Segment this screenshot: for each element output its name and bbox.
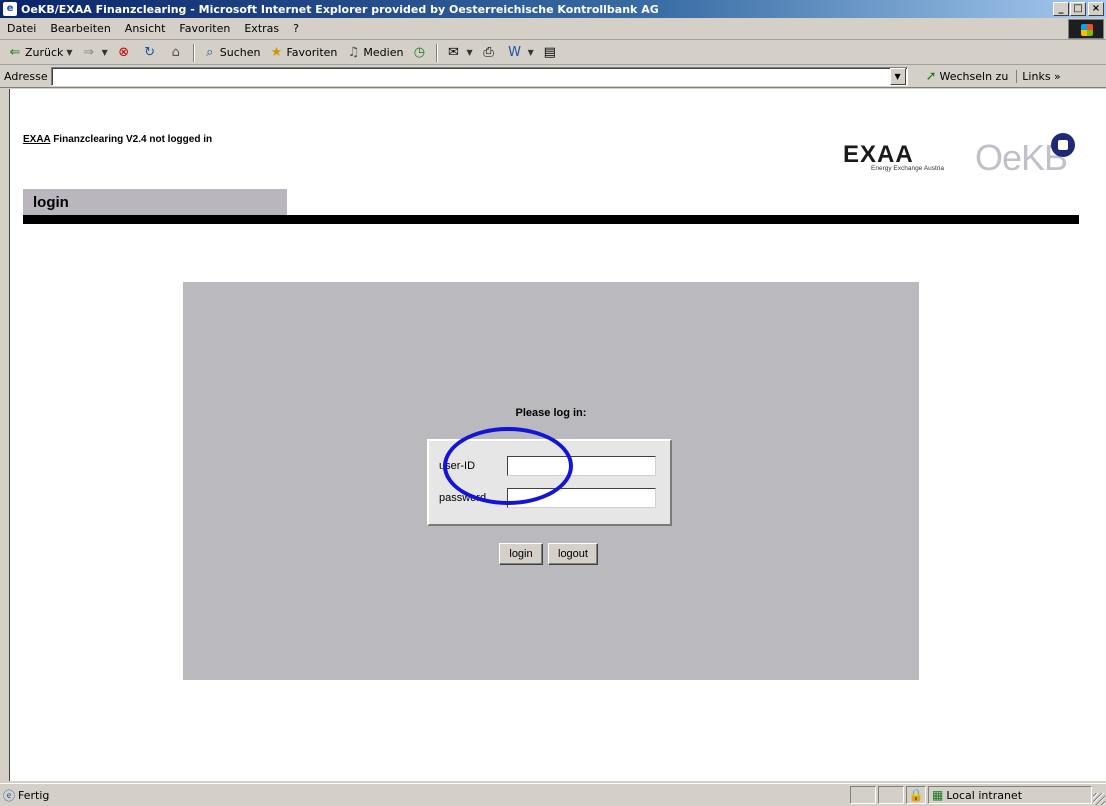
logout-button[interactable]: logout xyxy=(548,543,598,565)
stop-button[interactable]: ⊗ xyxy=(112,42,138,64)
status-title-text: Finanzclearing V2.4 not logged in xyxy=(53,134,213,145)
exaa-logo: EXAA Energy Exchange Austria xyxy=(843,141,973,177)
window-title: OeKB/EXAA Finanzclearing - Microsoft Int… xyxy=(21,2,659,16)
toolbar: ⇐ Zurück ▼ ⇒ ▼ ⊗ ↻ ⌂ ⌕ Suchen ★ Favorite… xyxy=(0,41,1106,65)
stop-icon: ⊗ xyxy=(118,44,130,60)
address-bar: Adresse ▼ ➚ Wechseln zu Links » xyxy=(0,66,1106,88)
back-label: Zurück xyxy=(25,46,64,59)
page-status-title: EXAA Finanzclearing V2.4 not logged in xyxy=(23,134,212,145)
oekb-logo: OeKB xyxy=(975,133,1075,179)
minimize-button[interactable]: _ xyxy=(1053,2,1069,16)
back-dropdown-icon[interactable]: ▼ xyxy=(66,48,72,57)
password-row: password xyxy=(439,488,656,508)
forward-arrow-icon: ⇒ xyxy=(83,44,95,60)
login-prompt: Please log in: xyxy=(515,407,587,419)
password-input[interactable] xyxy=(507,488,656,508)
zone-label: Local intranet xyxy=(946,788,1023,802)
login-button[interactable]: login xyxy=(499,543,543,565)
edit-dropdown-icon[interactable]: ▼ xyxy=(528,48,534,57)
menu-help[interactable]: ? xyxy=(286,22,306,35)
home-button[interactable]: ⌂ xyxy=(164,42,190,64)
mail-icon: ✉ xyxy=(447,44,459,60)
userid-input[interactable] xyxy=(507,456,656,476)
ie-app-icon: e xyxy=(3,2,17,16)
status-panel-zone: ▦ Local intranet xyxy=(928,786,1092,804)
media-label: Medien xyxy=(363,46,404,59)
status-message: ⓔ Fertig xyxy=(0,787,848,804)
section-tab-label: login xyxy=(33,194,69,211)
print-button[interactable]: ⎙ xyxy=(477,42,503,64)
discuss-button[interactable]: ▤ xyxy=(538,42,564,64)
userid-row: user-ID xyxy=(439,456,656,476)
search-icon: ⌕ xyxy=(206,44,214,60)
address-label: Adresse xyxy=(4,70,48,83)
status-panel-empty xyxy=(878,786,904,804)
address-input[interactable] xyxy=(50,67,908,86)
password-label: password xyxy=(439,492,487,504)
media-button[interactable]: ♫ Medien xyxy=(341,42,407,64)
favorites-star-icon: ★ xyxy=(270,44,283,60)
history-icon: ◷ xyxy=(413,44,426,60)
menu-bearbeiten[interactable]: Bearbeiten xyxy=(43,22,117,35)
oekb-logo-mark-icon xyxy=(1051,133,1075,157)
exaa-logo-text: EXAA xyxy=(843,141,914,168)
status-bar: ⓔ Fertig 🔒 ▦ Local intranet xyxy=(0,783,1106,806)
credentials-box: user-ID password xyxy=(427,439,672,526)
status-panel-lock: 🔒 xyxy=(906,786,926,804)
printer-icon: ⎙ xyxy=(483,44,494,60)
menu-extras[interactable]: Extras xyxy=(237,22,286,35)
favorites-button[interactable]: ★ Favoriten xyxy=(264,42,341,64)
search-button[interactable]: ⌕ Suchen xyxy=(198,42,265,64)
history-button[interactable]: ◷ xyxy=(407,42,433,64)
toolbar-separator xyxy=(192,43,195,62)
discuss-icon: ▤ xyxy=(543,44,556,60)
maximize-button[interactable]: □ xyxy=(1070,2,1086,16)
menu-bar: Datei Bearbeiten Ansicht Favoriten Extra… xyxy=(0,18,1106,40)
lock-icon: 🔒 xyxy=(908,788,924,802)
userid-label: user-ID xyxy=(439,460,476,472)
status-text: Fertig xyxy=(18,788,50,802)
intranet-zone-icon: ▦ xyxy=(932,788,944,802)
close-button[interactable]: × xyxy=(1088,2,1104,16)
forward-dropdown-icon[interactable]: ▼ xyxy=(102,48,108,57)
login-panel: Please log in: user-ID password login lo… xyxy=(183,282,919,680)
windows-logo-icon xyxy=(1068,19,1104,39)
back-arrow-icon: ⇐ xyxy=(9,44,21,60)
back-button[interactable]: ⇐ Zurück ▼ xyxy=(3,42,77,64)
mail-button[interactable]: ✉ ▼ xyxy=(441,42,476,64)
go-button[interactable]: ➚ Wechseln zu xyxy=(926,69,1009,84)
forward-button[interactable]: ⇒ ▼ xyxy=(77,42,112,64)
home-icon: ⌂ xyxy=(171,44,180,60)
media-icon: ♫ xyxy=(347,44,360,60)
exaa-logo-subtitle: Energy Exchange Austria xyxy=(871,165,944,172)
menu-datei[interactable]: Datei xyxy=(0,22,43,35)
window-title-bar[interactable]: e OeKB/EXAA Finanzclearing - Microsoft I… xyxy=(0,0,1106,18)
word-edit-icon: W xyxy=(508,44,522,60)
address-dropdown-icon[interactable]: ▼ xyxy=(889,68,906,85)
go-arrow-icon: ➚ xyxy=(925,69,937,84)
mail-dropdown-icon[interactable]: ▼ xyxy=(466,48,472,57)
page-content: EXAA Finanzclearing V2.4 not logged in E… xyxy=(9,89,1106,781)
links-toolbar[interactable]: Links » xyxy=(1016,70,1061,83)
menu-favoriten[interactable]: Favoriten xyxy=(172,22,237,35)
section-tab: login xyxy=(23,189,287,215)
refresh-icon: ↻ xyxy=(144,44,156,60)
resize-grip[interactable] xyxy=(1093,793,1105,805)
toolbar-separator xyxy=(436,43,439,62)
page-done-icon: ⓔ xyxy=(3,788,16,803)
windows-flag-icon xyxy=(1081,24,1093,36)
favorites-label: Favoriten xyxy=(286,46,338,59)
go-label: Wechseln zu xyxy=(939,70,1009,83)
exaa-link[interactable]: EXAA xyxy=(23,134,50,145)
window-controls: _ □ × xyxy=(1052,2,1104,16)
menu-ansicht[interactable]: Ansicht xyxy=(118,22,173,35)
status-panel-progress xyxy=(850,786,876,804)
header-divider xyxy=(23,215,1079,224)
refresh-button[interactable]: ↻ xyxy=(138,42,164,64)
edit-button[interactable]: W ▼ xyxy=(503,42,538,64)
search-label: Suchen xyxy=(219,46,261,59)
